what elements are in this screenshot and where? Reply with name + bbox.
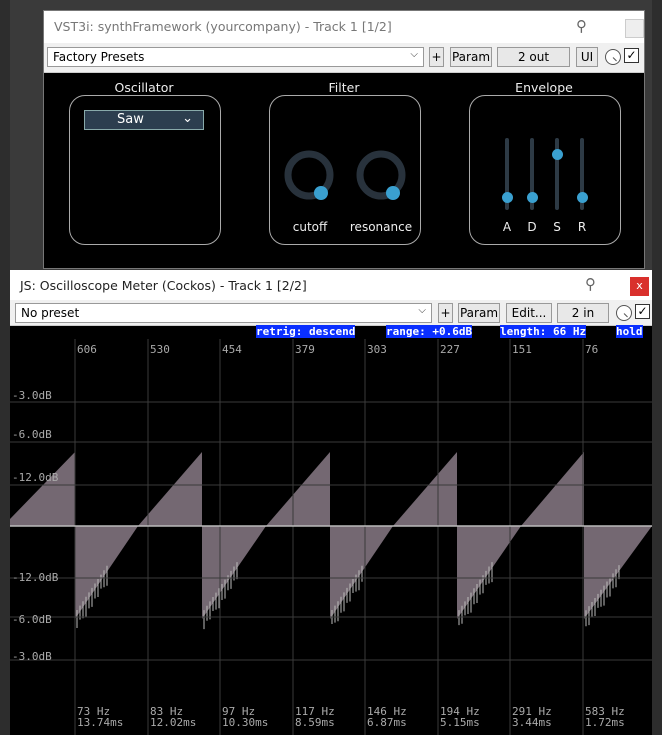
waveform-value: Saw (117, 112, 144, 127)
pin-icon[interactable]: ⚲ (585, 275, 596, 293)
filter-label: Filter (328, 80, 360, 95)
time-label: 3.44ms (512, 716, 552, 729)
background-left-strip (0, 0, 10, 735)
tick-label-top: 151 (512, 343, 532, 356)
time-label: 13.74ms (77, 716, 123, 729)
resonance-label: resonance (349, 220, 413, 234)
envelope-label: Envelope (515, 80, 573, 95)
resonance-knob-thumb[interactable] (386, 186, 400, 200)
wet-knob-icon[interactable] (616, 305, 632, 321)
close-button[interactable] (625, 19, 644, 38)
oscilloscope-display[interactable]: 606 530 454 379 303 227 151 76 -3.0dB -6.0dB -12.0… (10, 339, 652, 735)
preset-dropdown[interactable]: No preset ⌵ (15, 303, 432, 323)
db-label: -6.0dB (12, 613, 52, 626)
cutoff-knob-thumb[interactable] (314, 186, 328, 200)
envelope-label-s: S (553, 220, 561, 234)
waveform-dropdown[interactable]: Saw ⌄ (84, 110, 204, 130)
envelope-label-d: D (527, 220, 537, 234)
tick-label-top: 76 (585, 343, 598, 356)
close-button[interactable]: x (630, 277, 649, 296)
envelope-panel: ADSR (469, 95, 621, 245)
io-button[interactable]: 2 in (557, 303, 609, 323)
bypass-checkbox[interactable]: ✓ (635, 304, 650, 319)
tick-label-top: 303 (367, 343, 387, 356)
chevron-down-icon: ⌵ (418, 305, 426, 316)
envelope-slider-thumb-s[interactable] (551, 148, 563, 160)
pin-icon[interactable]: ⚲ (576, 17, 587, 35)
plugin-toolbar: No preset ⌵ + Param Edit... 2 in ✓ (10, 300, 652, 326)
window-titlebar[interactable]: VST3i: synthFramework (yourcompany) - Tr… (44, 11, 644, 43)
db-label: -12.0dB (12, 471, 59, 484)
db-label: -12.0dB (12, 571, 59, 584)
filter-panel: cutoff resonance (269, 95, 421, 245)
param-button[interactable]: Param (450, 47, 492, 67)
db-label: -3.0dB (12, 650, 52, 663)
wet-knob-icon[interactable] (605, 49, 621, 65)
tick-label-top: 227 (440, 343, 460, 356)
time-label: 12.02ms (150, 716, 196, 729)
param-button[interactable]: Param (458, 303, 500, 323)
tick-label-top: 530 (150, 343, 170, 356)
oscillator-panel: Saw ⌄ (69, 95, 221, 245)
add-preset-button[interactable]: + (429, 47, 444, 67)
window-title: JS: Oscilloscope Meter (Cockos) - Track … (20, 278, 307, 293)
envelope-slider-thumb-d[interactable] (526, 192, 538, 204)
envelope-label-a: A (502, 220, 512, 234)
bypass-checkbox[interactable]: ✓ (624, 48, 639, 63)
preset-dropdown[interactable]: Factory Presets ⌵ (47, 47, 424, 67)
chevron-down-icon: ⌄ (182, 111, 193, 126)
envelope-slider-thumb-a[interactable] (501, 192, 513, 204)
envelope-label-r: R (577, 220, 587, 234)
synth-plugin-window: VST3i: synthFramework (yourcompany) - Tr… (43, 10, 645, 269)
time-label: 6.87ms (367, 716, 407, 729)
envelope-slider-thumb-r[interactable] (576, 192, 588, 204)
status-retrig[interactable]: retrig: descend (256, 325, 356, 338)
edit-button[interactable]: Edit... (506, 303, 552, 323)
cutoff-knob[interactable] (282, 148, 342, 208)
preset-value: Factory Presets (53, 50, 145, 64)
resonance-knob[interactable] (354, 148, 414, 208)
plugin-toolbar: Factory Presets ⌵ + Param 2 out UI ✓ (44, 43, 644, 73)
time-label: 5.15ms (440, 716, 480, 729)
tick-label-top: 379 (295, 343, 315, 356)
window-titlebar[interactable]: JS: Oscilloscope Meter (Cockos) - Track … (10, 270, 652, 300)
status-length[interactable]: length: 66 Hz (500, 325, 587, 338)
tick-label-top: 606 (77, 343, 97, 356)
preset-value: No preset (21, 306, 80, 320)
status-hold[interactable]: hold (616, 325, 643, 338)
time-label: 8.59ms (295, 716, 335, 729)
oscillator-label: Oscillator (114, 80, 174, 95)
time-label: 1.72ms (585, 716, 625, 729)
status-range[interactable]: range: +0.6dB (386, 325, 473, 338)
chevron-down-icon: ⌵ (410, 49, 418, 60)
ui-button[interactable]: UI (576, 47, 598, 67)
tick-label-top: 454 (222, 343, 242, 356)
db-label: -6.0dB (12, 428, 52, 441)
cutoff-label: cutoff (292, 220, 328, 234)
add-preset-button[interactable]: + (438, 303, 453, 323)
time-label: 10.30ms (222, 716, 268, 729)
io-button[interactable]: 2 out (497, 47, 570, 67)
background-right-strip (652, 0, 662, 735)
window-title: VST3i: synthFramework (yourcompany) - Tr… (54, 19, 392, 34)
db-label: -3.0dB (12, 389, 52, 402)
